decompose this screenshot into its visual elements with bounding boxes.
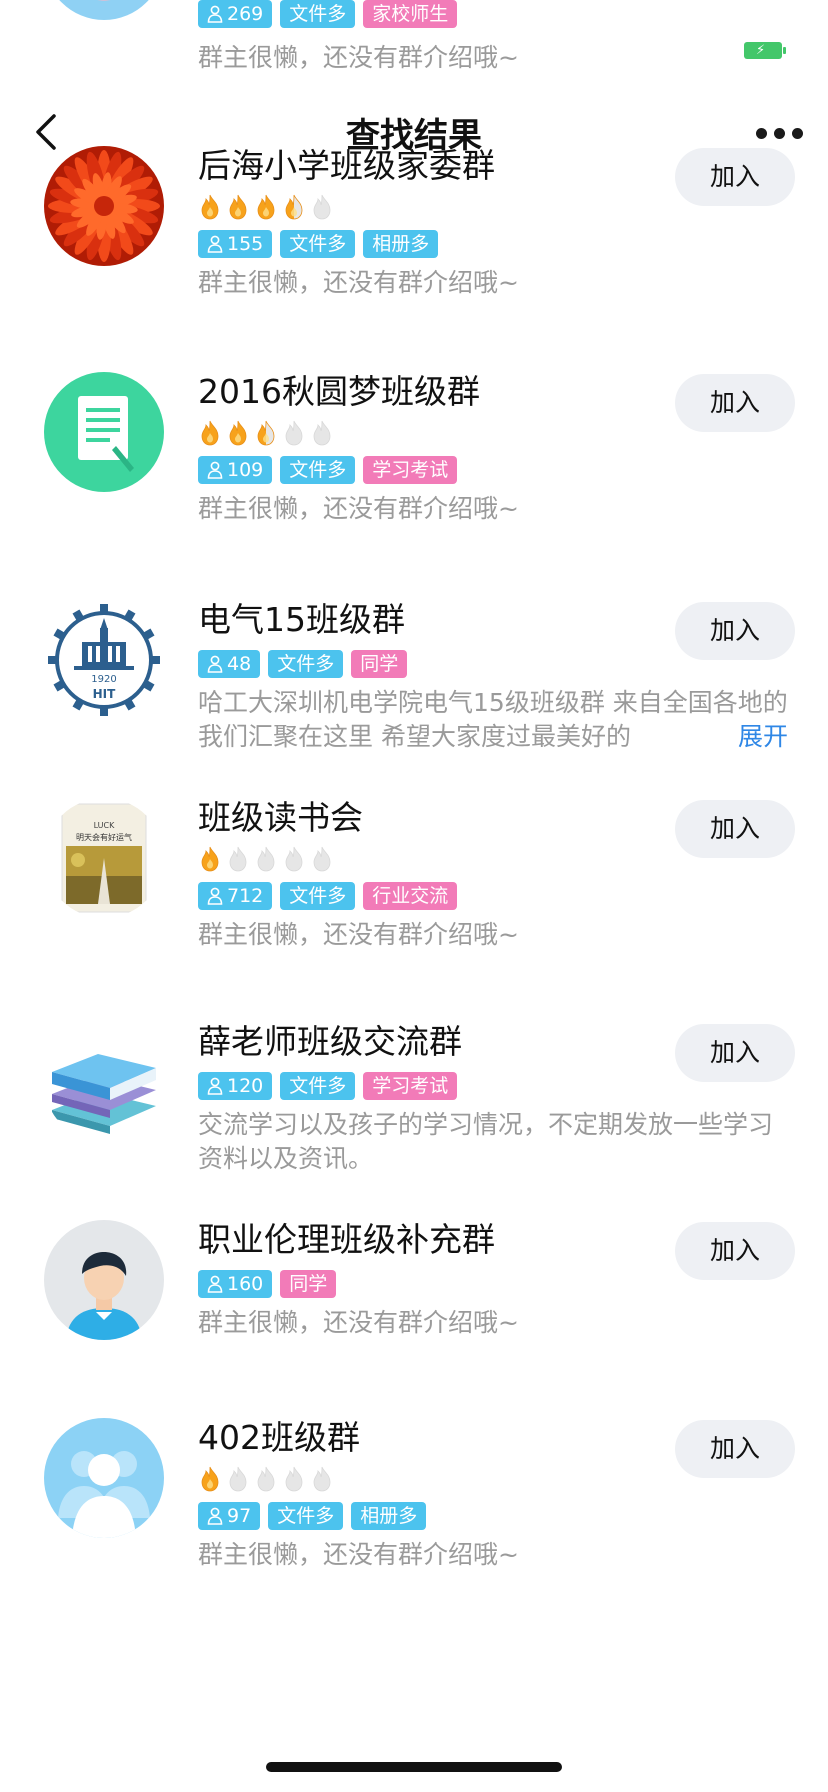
flame-icon bbox=[257, 194, 275, 220]
document-avatar[interactable] bbox=[44, 372, 164, 492]
join-button[interactable]: 加入 bbox=[675, 800, 795, 858]
member-count-tag: 160 bbox=[198, 1270, 273, 1298]
tag-list: 712 文件多 行业交流 bbox=[198, 882, 788, 910]
group-description: 哈工大深圳机电学院电气15级班级群 来自全国各地的我们汇聚在这里 希望大家度过最… bbox=[198, 686, 788, 754]
tag-label: 文件多 bbox=[280, 882, 356, 910]
tag-label: 学习考试 bbox=[363, 1072, 458, 1100]
tag-label: 学习考试 bbox=[363, 456, 458, 484]
group-description: 群主很懒，还没有群介绍哦~ bbox=[198, 1308, 519, 1337]
member-icon bbox=[207, 5, 223, 23]
flame-icon bbox=[257, 420, 275, 446]
flame-icon bbox=[201, 420, 219, 446]
flame-icon bbox=[285, 420, 303, 446]
member-count-tag: 97 bbox=[198, 1502, 261, 1530]
group-avatar bbox=[44, 0, 164, 20]
tag-list: 269 文件多 家校师生 bbox=[198, 0, 458, 28]
flame-icon bbox=[229, 1466, 247, 1492]
tag-label: 文件多 bbox=[280, 0, 356, 28]
join-button[interactable]: 加入 bbox=[675, 602, 795, 660]
member-count: 97 bbox=[227, 1505, 252, 1527]
cover-title: LUCK bbox=[94, 821, 116, 830]
flame-icon bbox=[201, 1466, 219, 1492]
more-icon[interactable] bbox=[756, 128, 803, 139]
flame-icon bbox=[285, 846, 303, 872]
partial-group-row[interactable]: 269 文件多 家校师生 群主很懒，还没有群介绍哦~ ⚡ bbox=[0, 0, 828, 78]
member-icon bbox=[207, 1507, 223, 1525]
tag-label: 同学 bbox=[280, 1270, 337, 1298]
member-count-tag: 48 bbox=[198, 650, 261, 678]
member-count-tag: 155 bbox=[198, 230, 273, 258]
flame-icon bbox=[285, 194, 303, 220]
tag-label: 行业交流 bbox=[363, 882, 458, 910]
charging-icon: ⚡ bbox=[744, 42, 786, 59]
red-flower-avatar[interactable] bbox=[44, 146, 164, 266]
member-count-tag: 712 bbox=[198, 882, 273, 910]
tag-label: 文件多 bbox=[280, 456, 356, 484]
join-button[interactable]: 加入 bbox=[675, 1420, 795, 1478]
member-count: 155 bbox=[227, 233, 264, 255]
flame-icon bbox=[313, 420, 331, 446]
tag-label: 文件多 bbox=[280, 230, 356, 258]
member-count: 120 bbox=[227, 1075, 264, 1097]
member-count-tag: 269 bbox=[198, 0, 273, 28]
tag-label: 文件多 bbox=[280, 1072, 356, 1100]
tag-label: 相册多 bbox=[363, 230, 439, 258]
flame-icon bbox=[229, 846, 247, 872]
flame-icon bbox=[257, 1466, 275, 1492]
people-avatar[interactable] bbox=[44, 1418, 164, 1538]
member-count: 712 bbox=[227, 885, 264, 907]
flame-icon bbox=[313, 846, 331, 872]
book-cover-avatar[interactable]: LUCK 明天会有好运气 bbox=[44, 798, 164, 918]
flame-icon bbox=[313, 1466, 331, 1492]
member-icon bbox=[207, 655, 223, 673]
tag-list: 155 文件多 相册多 bbox=[198, 230, 788, 258]
member-icon bbox=[207, 235, 223, 253]
books-avatar[interactable] bbox=[44, 1022, 164, 1142]
tag-label: 文件多 bbox=[268, 1502, 344, 1530]
join-button[interactable]: 加入 bbox=[675, 148, 795, 206]
group-description: 群主很懒，还没有群介绍哦~ bbox=[198, 494, 519, 523]
member-count-tag: 120 bbox=[198, 1072, 273, 1100]
member-icon bbox=[207, 887, 223, 905]
group-description: 交流学习以及孩子的学习情况，不定期发放一些学习资料以及资讯。 bbox=[198, 1110, 774, 1173]
member-count: 48 bbox=[227, 653, 252, 675]
logo-name: HIT bbox=[93, 687, 117, 701]
flame-icon bbox=[285, 1466, 303, 1492]
tag-label: 同学 bbox=[351, 650, 408, 678]
tag-label: 家校师生 bbox=[363, 0, 458, 28]
tag-label: 相册多 bbox=[351, 1502, 427, 1530]
join-button[interactable]: 加入 bbox=[675, 1024, 795, 1082]
cover-subtitle: 明天会有好运气 bbox=[76, 832, 132, 842]
member-icon bbox=[207, 1077, 223, 1095]
flame-icon bbox=[313, 194, 331, 220]
flame-icon bbox=[229, 194, 247, 220]
group-description: 群主很懒，还没有群介绍哦~ bbox=[198, 920, 519, 949]
member-count: 160 bbox=[227, 1273, 264, 1295]
flame-icon bbox=[257, 846, 275, 872]
join-button[interactable]: 加入 bbox=[675, 374, 795, 432]
group-description: 群主很懒，还没有群介绍哦~ bbox=[198, 1540, 519, 1569]
member-count: 109 bbox=[227, 459, 264, 481]
tag-label: 文件多 bbox=[268, 650, 344, 678]
member-count: 269 bbox=[227, 3, 264, 25]
member-icon bbox=[207, 1275, 223, 1293]
tag-list: 97 文件多 相册多 bbox=[198, 1502, 788, 1530]
group-description: 群主很懒，还没有群介绍哦~ bbox=[198, 43, 519, 72]
flame-icon bbox=[201, 194, 219, 220]
tag-list: 109 文件多 学习考试 bbox=[198, 456, 788, 484]
expand-link[interactable]: 展开 bbox=[697, 720, 788, 754]
flame-icon bbox=[229, 420, 247, 446]
home-indicator[interactable] bbox=[266, 1762, 562, 1772]
logo-year: 1920 bbox=[91, 674, 116, 685]
join-button[interactable]: 加入 bbox=[675, 1222, 795, 1280]
member-count-tag: 109 bbox=[198, 456, 273, 484]
person-avatar[interactable] bbox=[44, 1220, 164, 1340]
hit-logo-avatar[interactable]: 1920 HIT bbox=[44, 600, 164, 720]
flame-icon bbox=[201, 846, 219, 872]
member-icon bbox=[207, 461, 223, 479]
group-description: 群主很懒，还没有群介绍哦~ bbox=[198, 268, 519, 297]
